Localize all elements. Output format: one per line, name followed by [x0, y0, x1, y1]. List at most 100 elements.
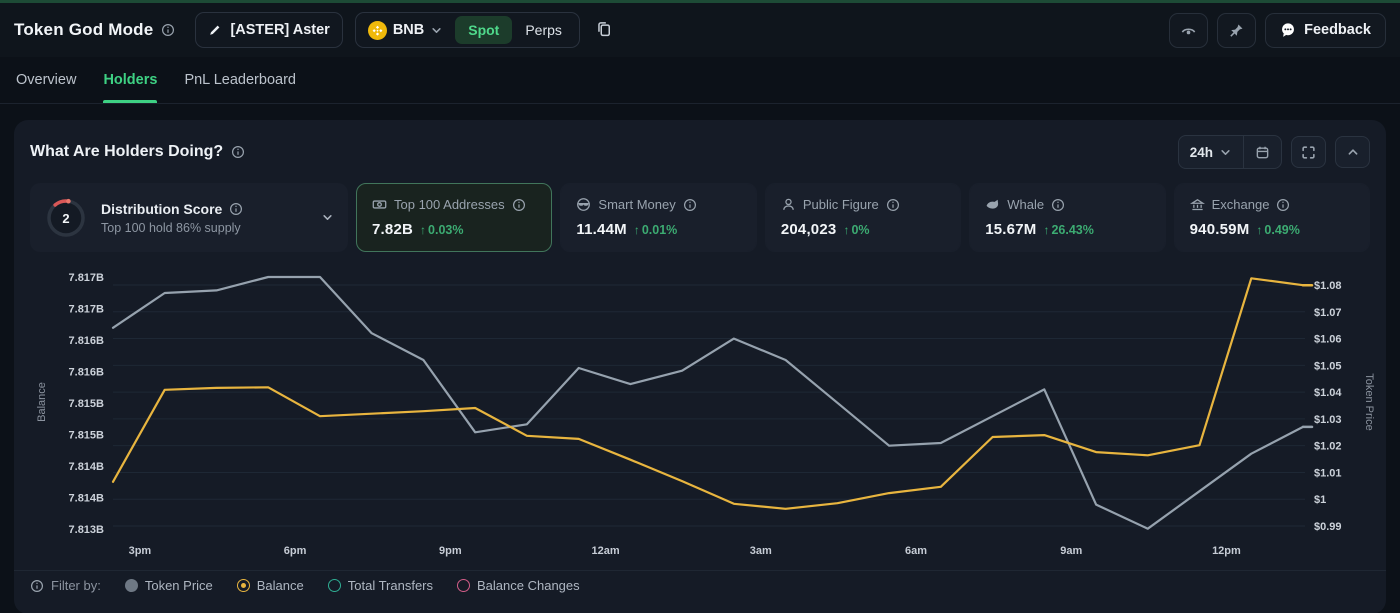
tab-pnl-leaderboard[interactable]: PnL Leaderboard: [184, 57, 296, 103]
distribution-score-subtitle: Top 100 hold 86% supply: [101, 221, 243, 235]
left-axis-label: 7.816B: [69, 367, 105, 379]
stat-card[interactable]: Whale 15.67M ↑26.43%: [969, 183, 1165, 252]
stat-card[interactable]: Public Figure 204,023 ↑0%: [765, 183, 961, 252]
chart-filter-row: Filter by: Token Price Balance Total Tra…: [14, 570, 1386, 600]
right-axis-label: $1.08: [1314, 280, 1342, 292]
banknote-icon: [372, 197, 387, 212]
x-axis-label: 6am: [905, 545, 927, 557]
holders-chart[interactable]: 7.817B7.817B7.816B7.816B7.815B7.815B7.81…: [14, 252, 1386, 570]
right-axis-label: $1.04: [1314, 387, 1342, 399]
page-title-group: Token God Mode: [14, 20, 175, 40]
token-name: [ASTER] Aster: [230, 22, 329, 38]
legend-label: Token Price: [145, 578, 213, 593]
token-price-swatch: [125, 579, 138, 592]
stat-card[interactable]: Exchange 940.59M ↑0.49%: [1174, 183, 1370, 252]
visibility-icon: [1180, 22, 1197, 39]
perps-tab[interactable]: Perps: [512, 16, 575, 44]
legend-label: Balance: [257, 578, 304, 593]
up-arrow-icon: ↑: [1043, 224, 1049, 236]
info-icon: [1276, 198, 1290, 212]
left-axis-title: Balance: [36, 382, 48, 422]
left-axis-label: 7.813B: [69, 524, 105, 536]
copy-address-button[interactable]: [592, 17, 616, 44]
chevron-up-icon: [1346, 145, 1360, 159]
chain-name[interactable]: BNB: [393, 22, 424, 38]
right-axis-title: Token Price: [1363, 373, 1375, 430]
right-axis-label: $1.02: [1314, 441, 1342, 453]
up-arrow-icon: ↑: [843, 224, 849, 236]
balance-changes-swatch: [457, 579, 470, 592]
holders-panel: What Are Holders Doing? 24h: [14, 120, 1386, 613]
x-axis-label: 12am: [591, 545, 619, 557]
stat-card[interactable]: Top 100 Addresses 7.82B ↑0.03%: [356, 183, 552, 252]
header-actions: Feedback: [1169, 13, 1386, 48]
stat-card[interactable]: Smart Money 11.44M ↑0.01%: [560, 183, 756, 252]
legend-total-transfers[interactable]: Total Transfers: [328, 578, 433, 593]
chevron-down-icon: [1219, 146, 1232, 159]
info-icon: [30, 579, 44, 593]
up-arrow-icon: ↑: [420, 224, 426, 236]
info-icon: [231, 145, 245, 159]
info-icon: [229, 202, 243, 216]
legend-balance[interactable]: Balance: [237, 578, 304, 593]
fullscreen-icon: [1301, 145, 1316, 160]
chevron-down-icon[interactable]: [430, 24, 443, 37]
distribution-score-card[interactable]: 2 Distribution Score Top 100 hold 86% su…: [30, 183, 348, 252]
token-select-button[interactable]: [ASTER] Aster: [195, 12, 342, 48]
page-title: Token God Mode: [14, 20, 153, 40]
header: Token God Mode [ASTER] Aster BNB Spot Pe…: [0, 3, 1400, 57]
x-axis-label: 3pm: [129, 545, 152, 557]
tab-holders[interactable]: Holders: [103, 57, 157, 103]
legend-label: Total Transfers: [348, 578, 433, 593]
left-axis-label: 7.817B: [69, 272, 105, 284]
visibility-button[interactable]: [1169, 13, 1208, 48]
distribution-score-gauge: 2: [44, 196, 88, 240]
market-type-switch: Spot Perps: [455, 16, 575, 44]
fullscreen-button[interactable]: [1291, 136, 1326, 168]
x-axis-label: 3am: [750, 545, 772, 557]
panel-controls: 24h: [1178, 135, 1370, 169]
feedback-button[interactable]: Feedback: [1265, 13, 1386, 48]
right-axis-label: $1.05: [1314, 360, 1342, 372]
collapse-button[interactable]: [1335, 136, 1370, 168]
info-icon: [1051, 198, 1065, 212]
time-range-value: 24h: [1190, 145, 1213, 160]
left-axis-label: 7.815B: [69, 398, 105, 410]
chevron-down-icon[interactable]: [321, 211, 334, 224]
info-icon: [512, 198, 526, 212]
tab-overview[interactable]: Overview: [16, 57, 76, 103]
distribution-score-value: 2: [62, 210, 69, 225]
legend-token-price[interactable]: Token Price: [125, 578, 213, 593]
calendar-button[interactable]: [1244, 136, 1281, 168]
x-axis-label: 9pm: [439, 545, 462, 557]
x-axis-label: 6pm: [284, 545, 307, 557]
info-icon: [886, 198, 900, 212]
legend-label: Balance Changes: [477, 578, 580, 593]
balance-swatch: [237, 579, 250, 592]
token-price-line: [113, 277, 1303, 529]
panel-header: What Are Holders Doing? 24h: [14, 136, 1386, 168]
time-range-dropdown[interactable]: 24h: [1179, 136, 1243, 168]
left-axis-label: 7.817B: [69, 304, 105, 316]
distribution-score-title: Distribution Score: [101, 201, 222, 217]
filter-by-label: Filter by:: [51, 578, 101, 593]
copy-icon: [596, 21, 612, 37]
left-axis-label: 7.814B: [69, 493, 105, 505]
right-axis-label: $1.03: [1314, 414, 1342, 426]
speech-bubble-icon: [1280, 22, 1296, 38]
up-arrow-icon: ↑: [634, 224, 640, 236]
panel-title: What Are Holders Doing?: [30, 143, 223, 161]
pin-icon: [1229, 23, 1244, 38]
pin-button[interactable]: [1217, 13, 1256, 48]
smart-money-icon: [576, 197, 591, 212]
legend-balance-changes[interactable]: Balance Changes: [457, 578, 580, 593]
spot-tab[interactable]: Spot: [455, 16, 512, 44]
right-axis-label: $1.01: [1314, 467, 1342, 479]
feedback-label: Feedback: [1304, 22, 1371, 38]
public-figure-icon: [781, 197, 796, 212]
info-icon: [683, 198, 697, 212]
info-icon: [161, 23, 175, 37]
total-transfers-swatch: [328, 579, 341, 592]
market-pill: BNB Spot Perps: [355, 12, 580, 48]
whale-icon: [985, 197, 1000, 212]
